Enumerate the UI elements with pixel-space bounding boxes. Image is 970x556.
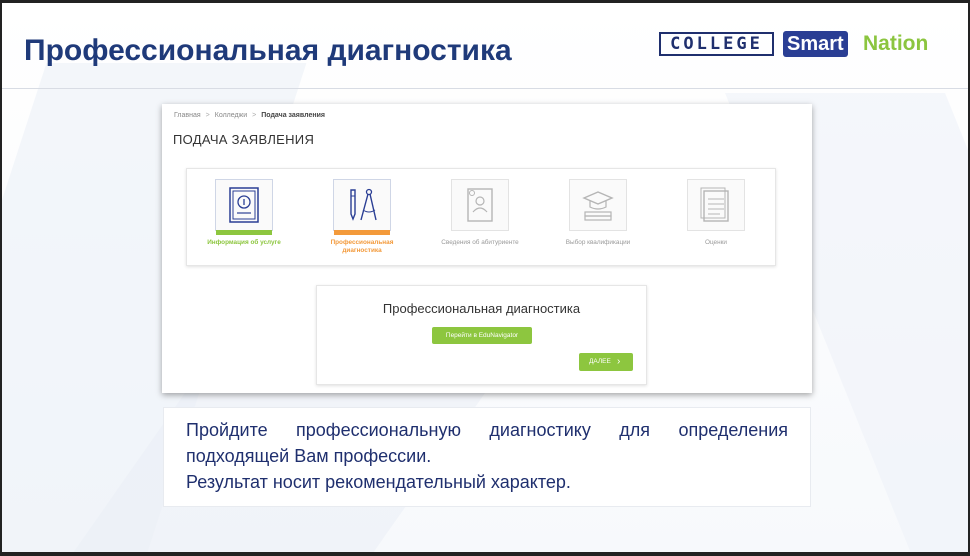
step-applicant-info[interactable]: Сведения об абитуриенте [440, 179, 520, 247]
step-icon-box [451, 179, 509, 231]
chevron-right-icon: › [617, 356, 621, 367]
step-label: Профессиональная диагностика [330, 239, 394, 254]
step-status-bar [334, 230, 390, 235]
step-label: Сведения об абитуриенте [441, 239, 519, 246]
caption-line-2: Результат носит рекомендательный характе… [186, 472, 571, 492]
step-icon-box [569, 179, 627, 231]
next-button[interactable]: ДАЛЕЕ › [579, 353, 633, 371]
slide-title: Профессиональная диагностика [24, 34, 512, 67]
step-service-info[interactable]: Информация об услуге [204, 179, 284, 247]
caption-line-1: Пройдите профессиональную диагностику дл… [186, 420, 788, 466]
diagnostics-card: Профессиональная диагностика Перейти в E… [316, 285, 647, 385]
smartnation-logo-nation: Nation [863, 32, 929, 55]
smartnation-logo-smart: Smart [783, 31, 848, 57]
chevron-right-icon: > [205, 112, 210, 119]
college-logo: COLLEGE [659, 32, 774, 56]
breadcrumb-home[interactable]: Главная [174, 112, 201, 119]
step-icon-box [333, 179, 391, 235]
step-icon-box [215, 179, 273, 235]
breadcrumb-current: Подача заявления [261, 112, 325, 119]
passport-icon [229, 187, 259, 223]
step-status-bar [216, 230, 272, 235]
chevron-right-icon: > [252, 112, 257, 119]
step-label: Оценки [704, 239, 727, 246]
application-screenshot: Главная > Колледжи > Подача заявления ПОДАЧА… [162, 104, 812, 393]
breadcrumb: Главная > Колледжи > Подача заявления [174, 112, 325, 119]
presentation-slide: Профессиональная диагностика COLLEGE Sma… [0, 0, 970, 556]
step-grades[interactable]: Оценки [676, 179, 756, 247]
title-divider [2, 88, 968, 89]
edunavigator-button[interactable]: Перейти в EduNavigator [432, 327, 532, 344]
step-prof-diagnostics[interactable]: Профессиональная диагностика [322, 179, 402, 254]
steps-progress: Информация об услуге Профессиональная ди… [186, 168, 776, 266]
slide-caption: Пройдите профессиональную диагностику дл… [163, 407, 811, 507]
grades-document-icon [700, 187, 729, 222]
page-heading: ПОДАЧА ЗАЯВЛЕНИЯ [173, 132, 315, 147]
breadcrumb-colleges[interactable]: Колледжи [215, 112, 247, 119]
next-button-label: ДАЛЕЕ [589, 358, 611, 365]
step-icon-box [687, 179, 745, 231]
step-label: Выбор квалификации [565, 239, 631, 246]
step-qualification-choice[interactable]: Выбор квалификации [558, 179, 638, 247]
step-label: Информация об услуге [207, 239, 281, 246]
drawing-tools-icon [350, 188, 377, 221]
graduation-cap-books-icon [582, 191, 614, 221]
diagnostics-title: Профессиональная диагностика [382, 301, 581, 316]
profile-document-icon [467, 188, 493, 222]
